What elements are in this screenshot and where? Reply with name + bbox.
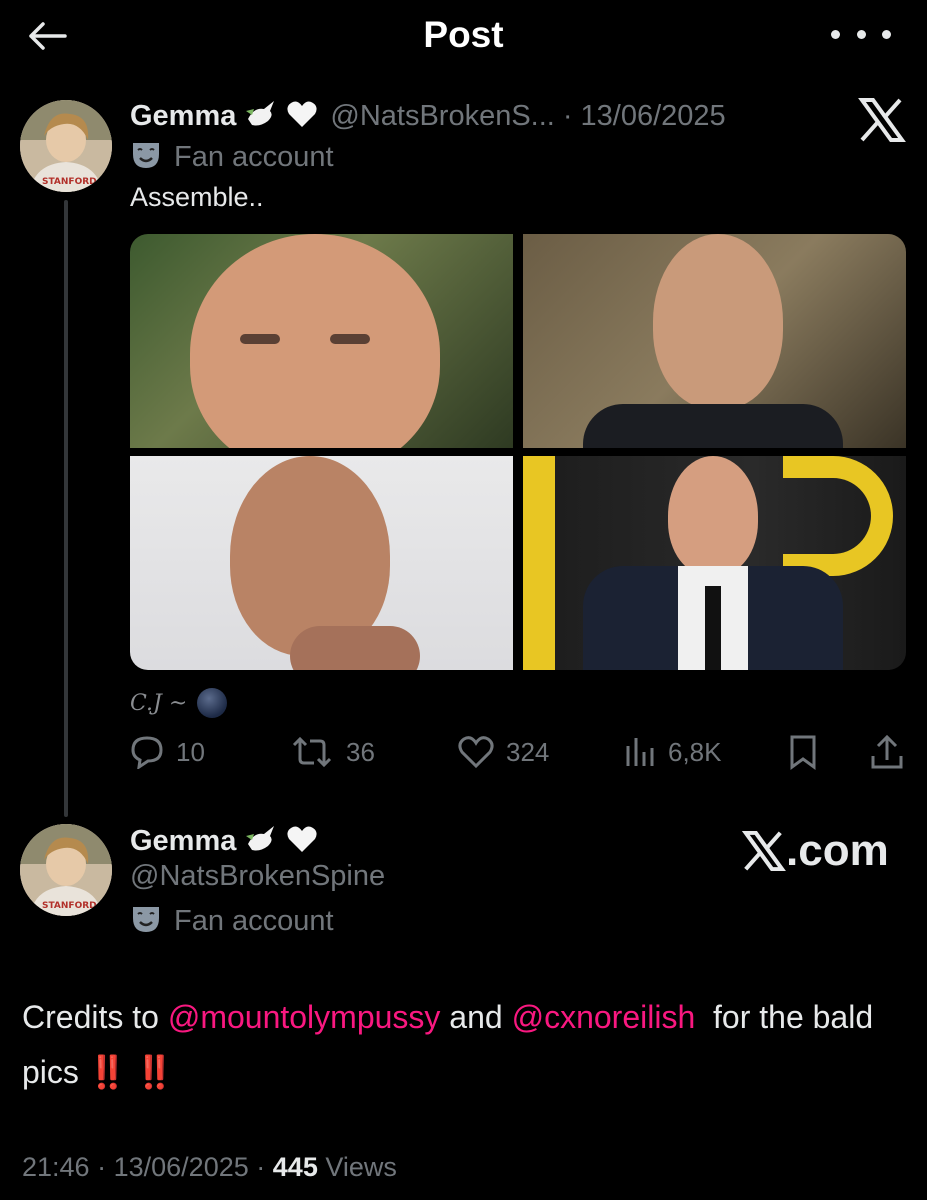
site-label: .com (786, 826, 889, 875)
views-count: 445 (272, 1152, 318, 1182)
double-exclamation-icon: ‼️ (134, 1054, 175, 1090)
views-label: Views (325, 1152, 397, 1182)
repost-icon (292, 736, 332, 768)
watermark-text: C.J ~ (130, 690, 188, 716)
fan-account-label: Fan account (174, 141, 334, 173)
fan-account-badge: Fan account (130, 904, 334, 939)
repost-button[interactable]: 36 (290, 728, 375, 776)
fan-account-label: Fan account (174, 905, 334, 937)
dove-emoji-icon (244, 822, 278, 861)
meta-separator: · (562, 99, 573, 132)
meta-separator: · (256, 1152, 266, 1182)
svg-text:STANFORD: STANFORD (42, 177, 97, 187)
bookmark-button[interactable] (788, 728, 818, 776)
media-photo[interactable] (523, 456, 906, 670)
quoted-post-header: Gemma @NatsBrokenS... · 13/06/2025 (130, 96, 726, 136)
mention-link[interactable]: @mountolympussy (168, 999, 441, 1035)
fan-account-badge: Fan account (130, 140, 334, 175)
quoted-post-text: Assemble.. (130, 182, 264, 212)
reply-count: 10 (176, 736, 205, 767)
x-logo-icon (741, 831, 786, 871)
action-bar: 10 36 324 6,8K (130, 728, 906, 776)
text-segment: and (440, 999, 512, 1035)
share-button[interactable] (870, 728, 904, 776)
like-count: 324 (506, 736, 550, 767)
avatar-image: STANFORD (20, 100, 112, 192)
avatar[interactable]: STANFORD (20, 100, 112, 192)
thread-line (64, 200, 68, 817)
more-horizontal-icon (831, 29, 840, 39)
x-com-watermark: .com (740, 826, 889, 876)
meta-separator: · (97, 1152, 107, 1182)
author-name[interactable]: Gemma (130, 825, 236, 858)
media-grid[interactable] (130, 234, 906, 670)
media-watermark: C.J ~ (130, 688, 228, 718)
moon-icon (197, 688, 228, 718)
views-count: 6,8K (668, 736, 722, 767)
post-date[interactable]: 13/06/2025 (581, 100, 726, 133)
theater-masks-icon (130, 140, 162, 175)
reply-button[interactable]: 10 (130, 728, 205, 776)
x-logo-icon (856, 98, 906, 142)
views-button[interactable]: 6,8K (624, 728, 722, 776)
page-title: Post (423, 14, 504, 55)
reply-post-text: Credits to @mountolympussy and @cxnoreil… (22, 990, 902, 1100)
heart-icon (458, 736, 494, 769)
share-icon (871, 734, 903, 769)
media-photo[interactable] (523, 234, 906, 448)
author-handle[interactable]: @NatsBrokenSpine (130, 860, 385, 893)
text-segment: Credits to (22, 999, 168, 1035)
svg-text:STANFORD: STANFORD (42, 901, 97, 911)
post-time[interactable]: 21:46 (22, 1152, 90, 1182)
avatar-image: STANFORD (20, 824, 112, 916)
repost-count: 36 (346, 736, 375, 767)
author-name[interactable]: Gemma (130, 100, 236, 133)
avatar[interactable]: STANFORD (20, 824, 112, 916)
reply-post-header: Gemma (130, 822, 318, 861)
more-options-button[interactable] (831, 18, 891, 50)
dove-emoji-icon (244, 97, 278, 136)
double-exclamation-icon: ‼️ (87, 1054, 128, 1090)
analytics-icon (626, 738, 654, 766)
reply-icon (131, 736, 163, 769)
theater-masks-icon (130, 904, 162, 939)
bookmark-icon (790, 735, 816, 770)
post-date[interactable]: 13/06/2025 (114, 1152, 249, 1182)
author-handle[interactable]: @NatsBrokenS... (330, 100, 554, 133)
post-meta: 21:46 · 13/06/2025 · 445 Views (22, 1152, 397, 1183)
like-button[interactable]: 324 (458, 728, 549, 776)
white-heart-icon (286, 99, 318, 134)
top-bar: Post (0, 0, 927, 72)
white-heart-icon (286, 824, 318, 859)
media-photo[interactable] (130, 234, 513, 448)
media-photo[interactable] (130, 456, 513, 670)
mention-link[interactable]: @cxnoreilish (512, 999, 696, 1035)
